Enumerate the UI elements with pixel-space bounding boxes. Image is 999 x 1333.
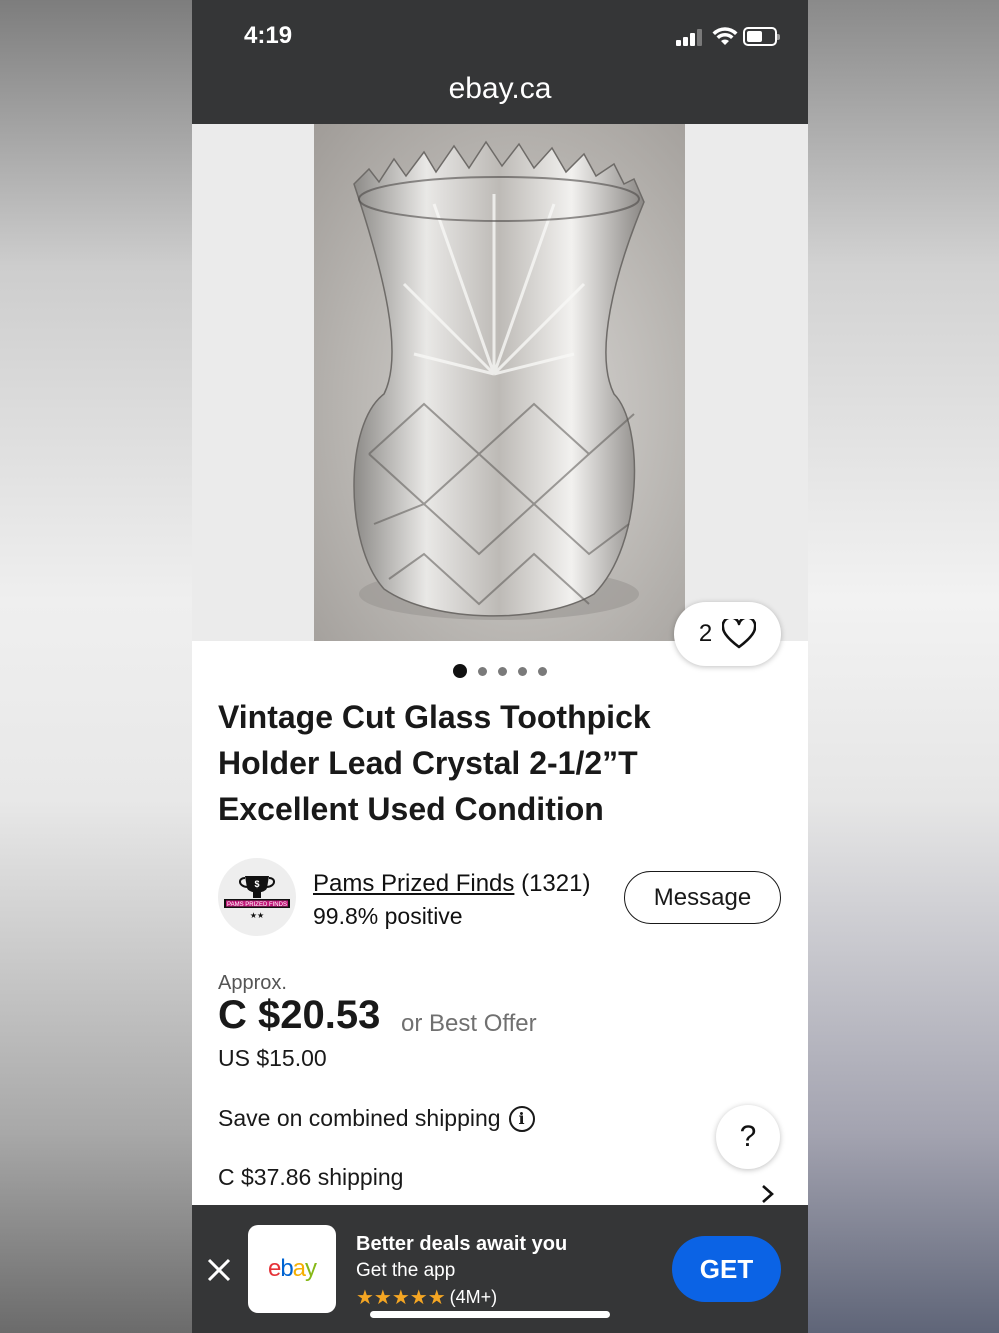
pagination-dot[interactable] bbox=[518, 666, 527, 676]
price: C $20.53 bbox=[218, 993, 381, 1037]
approx-label: Approx. bbox=[218, 972, 287, 994]
background-left bbox=[0, 0, 192, 1333]
shipping-cost[interactable]: C $37.86 shipping bbox=[218, 1164, 403, 1191]
ebay-logo: ebay bbox=[267, 1255, 317, 1282]
gallery-pagination bbox=[192, 664, 808, 678]
seller-logo: $ PAMS PRIZED FINDS ★★ bbox=[224, 876, 290, 920]
get-app-button[interactable]: GET bbox=[672, 1236, 781, 1302]
help-button[interactable]: ? bbox=[716, 1105, 780, 1169]
seller-feedback-count: (1321) bbox=[521, 870, 591, 897]
app-rating: ★★★★★ (4M+) bbox=[356, 1285, 497, 1310]
combined-shipping-row[interactable]: Save on combined shipping i bbox=[218, 1105, 535, 1132]
app-promo-banner: ebay Better deals await you Get the app … bbox=[192, 1205, 808, 1333]
status-bar: 4:19 ebay.ca bbox=[192, 0, 808, 124]
watch-count: 2 bbox=[698, 620, 713, 647]
image-gallery[interactable] bbox=[192, 124, 808, 641]
banner-subtitle: Get the app bbox=[356, 1260, 456, 1281]
cellular-signal-icon bbox=[676, 28, 704, 46]
home-indicator[interactable] bbox=[370, 1311, 610, 1318]
browser-url[interactable]: ebay.ca bbox=[192, 72, 808, 106]
svg-text:$: $ bbox=[254, 879, 259, 889]
seller-name-line: Pams Prized Finds (1321) bbox=[313, 870, 590, 898]
rating-count: (4M+) bbox=[449, 1287, 498, 1307]
svg-text:★★: ★★ bbox=[250, 911, 264, 920]
ebay-app-icon[interactable]: ebay bbox=[248, 1225, 336, 1313]
info-icon[interactable]: i bbox=[508, 1105, 535, 1132]
product-image[interactable] bbox=[314, 124, 685, 641]
pagination-dot[interactable] bbox=[498, 666, 507, 676]
crystal-vase-picture bbox=[353, 140, 645, 620]
pagination-dot[interactable] bbox=[538, 666, 547, 676]
phone-screen: 4:19 ebay.ca 2 Vintage Cut Glass Toothpi… bbox=[192, 0, 808, 1333]
banner-title: Better deals await you bbox=[356, 1233, 568, 1255]
message-button[interactable]: Message bbox=[624, 871, 781, 924]
combined-shipping-text: Save on combined shipping bbox=[218, 1105, 501, 1131]
watch-button[interactable]: 2 bbox=[674, 602, 781, 666]
seller-name-link[interactable]: Pams Prized Finds bbox=[313, 870, 514, 897]
status-time: 4:19 bbox=[244, 22, 293, 49]
listing-title: Vintage Cut Glass Toothpick Holder Lead … bbox=[218, 699, 651, 827]
seller-avatar[interactable]: $ PAMS PRIZED FINDS ★★ bbox=[218, 858, 296, 936]
usd-price: US $15.00 bbox=[218, 1045, 327, 1071]
battery-icon bbox=[743, 27, 780, 46]
background-right bbox=[808, 0, 999, 1333]
pagination-dot[interactable] bbox=[478, 666, 487, 676]
wifi-icon bbox=[712, 27, 738, 45]
seller-feedback-percent: 99.8% positive bbox=[313, 903, 463, 929]
pagination-dot[interactable] bbox=[453, 664, 467, 678]
close-icon[interactable] bbox=[206, 1257, 232, 1283]
chevron-right-icon[interactable] bbox=[758, 1183, 778, 1205]
best-offer-label: or Best Offer bbox=[401, 1010, 537, 1037]
svg-text:PAMS PRIZED FINDS: PAMS PRIZED FINDS bbox=[227, 902, 287, 908]
heart-icon bbox=[722, 619, 757, 649]
star-rating-icon: ★★★★★ bbox=[356, 1287, 446, 1309]
